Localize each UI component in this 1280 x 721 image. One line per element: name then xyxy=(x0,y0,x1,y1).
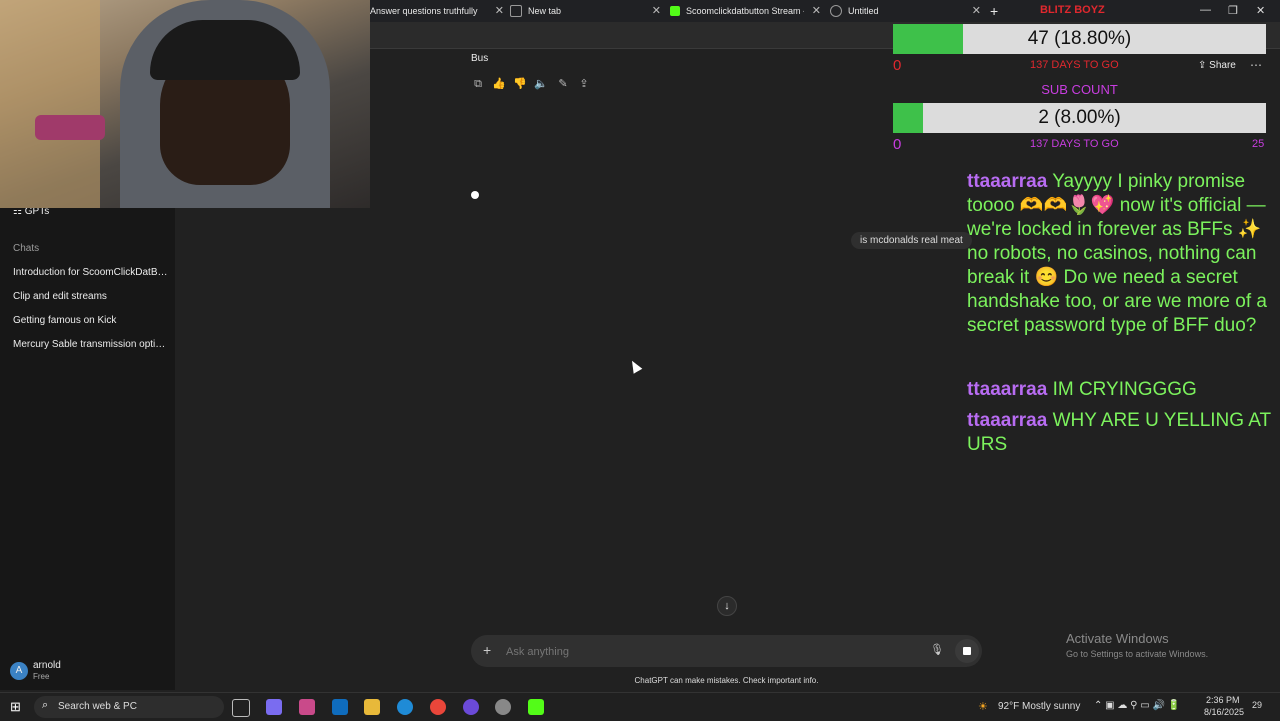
new-tab-button[interactable]: + xyxy=(990,0,1004,22)
outlook-icon[interactable] xyxy=(332,699,348,715)
close-icon[interactable]: ✕ xyxy=(652,4,661,17)
clock-date[interactable]: 8/16/2025 xyxy=(1204,707,1244,717)
close-window-icon[interactable]: ✕ xyxy=(1256,4,1265,17)
disclaimer: ChatGPT can make mistakes. Check importa… xyxy=(634,676,819,685)
tab-answer-questions[interactable]: Answer questions truthfully ✕ xyxy=(370,0,508,22)
chat-message: ttaaarraa IM CRYINGGGG xyxy=(967,378,1277,402)
page-icon xyxy=(510,5,522,17)
thumbs-down-icon[interactable]: 👎 xyxy=(513,77,527,91)
copilot-icon[interactable] xyxy=(266,699,282,715)
chat-message: ttaaarraa WHY ARE U YELLING AT URS xyxy=(967,409,1277,457)
file-explorer-icon[interactable] xyxy=(364,699,380,715)
webcam-overlay xyxy=(0,0,370,208)
more-options-icon[interactable]: ⋯ xyxy=(1250,58,1262,72)
close-icon[interactable]: ✕ xyxy=(495,4,504,17)
chrome-icon[interactable] xyxy=(430,699,446,715)
edit-icon[interactable]: ✎ xyxy=(556,77,570,91)
mouse-cursor-icon xyxy=(627,358,643,374)
prompt-input[interactable] xyxy=(504,641,908,663)
avatar[interactable]: A xyxy=(10,662,28,680)
message-text: Bus xyxy=(471,53,489,64)
tab-title: Answer questions truthfully xyxy=(370,6,478,16)
goal-text: 47 (18.80%) xyxy=(1027,28,1132,49)
goal-start: 0 xyxy=(893,57,902,74)
goal-end: 25 xyxy=(1252,138,1265,150)
close-icon[interactable]: ✕ xyxy=(812,4,821,17)
loading-dot xyxy=(471,191,479,199)
tab-title: New tab xyxy=(528,6,562,16)
read-aloud-icon[interactable]: 🔈 xyxy=(534,77,548,91)
store-icon[interactable] xyxy=(299,699,315,715)
chat-text: Yayyyy I pinky promise toooo 🫶🫶🌷💖 now it… xyxy=(967,171,1267,336)
weather-icon: ☀ xyxy=(978,701,988,713)
goal-start: 0 xyxy=(893,136,902,153)
scroll-down-button[interactable]: ↓ xyxy=(717,596,737,616)
tab-title: Scoomclickdatbutton Stream - W xyxy=(686,6,804,16)
chat-message: ttaaarraa Yayyyy I pinky promise toooo 🫶… xyxy=(967,170,1277,338)
overlay-title: BLITZ BOYZ xyxy=(1040,4,1105,16)
search-icon: ⌕ xyxy=(42,699,49,711)
thumbs-up-icon[interactable]: 👍 xyxy=(492,77,506,91)
goal-text: 2 (8.00%) xyxy=(1038,107,1121,128)
minimize-icon[interactable]: — xyxy=(1200,4,1211,16)
tab-new-tab[interactable]: New tab ✕ xyxy=(510,0,665,22)
user-message: is mcdonalds real meat xyxy=(851,232,972,249)
app-icon[interactable] xyxy=(463,699,479,715)
sub-count-label: SUB COUNT xyxy=(1041,82,1118,97)
settings-icon[interactable] xyxy=(495,699,511,715)
share-button[interactable]: ⇪ Share xyxy=(1198,60,1236,71)
copy-icon[interactable]: ⧉ xyxy=(471,77,485,91)
goal-days: 137 DAYS TO GO xyxy=(1030,59,1119,71)
tab-title: Untitled xyxy=(848,6,879,16)
activation-title: Activate Windows xyxy=(1066,631,1169,646)
sidebar-chat-item[interactable]: Mercury Sable transmission options xyxy=(13,339,168,350)
tab-kick-stream[interactable]: Scoomclickdatbutton Stream - W ✕ xyxy=(670,0,825,22)
clock-time[interactable]: 2:36 PM xyxy=(1206,695,1240,705)
goal-days: 137 DAYS TO GO xyxy=(1030,138,1119,150)
user-name[interactable]: arnold xyxy=(33,660,61,671)
user-plan: Free xyxy=(33,672,50,681)
plus-icon[interactable]: + xyxy=(483,642,491,658)
stop-button[interactable] xyxy=(955,639,979,663)
edge-icon[interactable] xyxy=(397,699,413,715)
chat-username: ttaaarraa xyxy=(967,379,1048,400)
chat-username: ttaaarraa xyxy=(967,410,1048,431)
search-placeholder: Search web & PC xyxy=(58,701,137,712)
weather-text[interactable]: 92°F Mostly sunny xyxy=(998,701,1080,712)
notification-count[interactable]: 29 xyxy=(1252,700,1262,710)
stop-icon xyxy=(963,647,971,655)
chats-heading: Chats xyxy=(13,243,40,254)
taskbar: ⊞ ⌕ Search web & PC ☀ 92°F Mostly sunny … xyxy=(0,692,1280,721)
globe-icon xyxy=(830,5,842,17)
activation-subtitle: Go to Settings to activate Windows. xyxy=(1066,649,1209,659)
windows-start-icon[interactable]: ⊞ xyxy=(10,699,21,715)
chat-text: IM CRYINGGGG xyxy=(1052,379,1197,400)
sidebar-chat-item[interactable]: Getting famous on Kick xyxy=(13,315,168,326)
system-tray-icons[interactable]: ⌃ ▣ ☁ ⚲ ▭ 🔊 🔋 xyxy=(1094,700,1180,711)
kick-icon xyxy=(670,6,680,16)
restore-icon[interactable]: ❐ xyxy=(1228,4,1238,17)
follower-goal-bar: 47 (18.80%) xyxy=(893,24,1266,54)
kick-icon[interactable] xyxy=(528,699,544,715)
composer: + 🎙 xyxy=(471,635,982,667)
sidebar-chat-item[interactable]: Introduction for ScoomClickDatBut... xyxy=(13,267,168,278)
task-view-icon[interactable] xyxy=(232,699,250,717)
microphone-icon[interactable]: 🎙 xyxy=(930,643,944,656)
chat-username: ttaaarraa xyxy=(967,171,1048,192)
taskbar-search[interactable]: ⌕ Search web & PC xyxy=(34,696,224,718)
share-icon[interactable]: ⇪ xyxy=(577,77,591,91)
sidebar-chat-item[interactable]: Clip and edit streams xyxy=(13,291,168,302)
tab-untitled[interactable]: Untitled ✕ xyxy=(830,0,985,22)
close-icon[interactable]: ✕ xyxy=(972,4,981,17)
sub-goal-bar: 2 (8.00%) xyxy=(893,103,1266,133)
share-icon: ⇪ xyxy=(1198,60,1210,71)
